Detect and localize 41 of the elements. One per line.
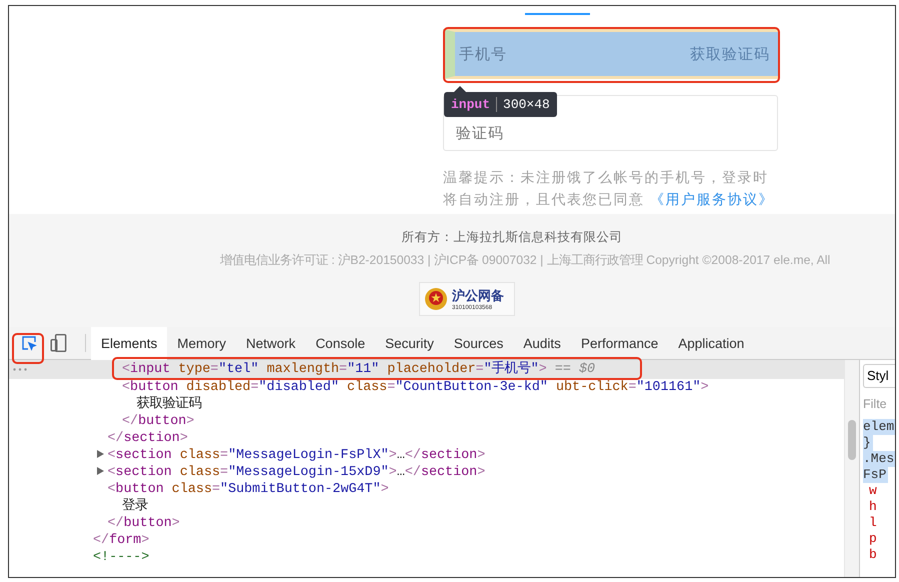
code-line[interactable]: </form> — [9, 532, 844, 549]
devtools-tab[interactable]: Memory — [167, 326, 236, 360]
devtools-tab[interactable]: Console — [306, 326, 376, 360]
css-selector: elem — [863, 419, 895, 435]
license-text: 增值电信业务许可证 : 沪B2-20150033 | 沪ICP备 09007032 | 上海工商行政管理 Copyright ©2008-2017 ele.me, All — [220, 252, 830, 269]
devtools-tab[interactable]: Sources — [444, 326, 514, 360]
code-line[interactable]: <section class="MessageLogin-15xD9">…</section> — [9, 464, 844, 481]
styles-tab[interactable]: Styl — [863, 364, 895, 388]
tag-label: input — [451, 97, 490, 112]
code-line[interactable]: </button> — [9, 515, 844, 532]
css-selector: FsP — [863, 467, 888, 483]
code-line[interactable]: <button class="SubmitButton-2wG4T"> — [9, 481, 844, 498]
devtools-tab[interactable]: Application — [668, 326, 754, 360]
more-icon[interactable] — [13, 368, 27, 371]
annotation-frame — [12, 333, 44, 364]
devtools-tab[interactable]: Network — [236, 326, 306, 360]
code-line[interactable]: <button disabled="disabled" class="CountButton-3e-kd" ubt-click="101161"> — [9, 379, 844, 396]
scrollbar[interactable] — [844, 360, 859, 577]
devtools-tab[interactable]: Elements — [91, 326, 168, 360]
devtools-tab[interactable]: Security — [375, 326, 444, 360]
code-line[interactable]: </section> — [9, 430, 844, 447]
code-line[interactable]: 登录 — [9, 498, 844, 515]
device-icon[interactable] — [49, 333, 69, 353]
devtools-tab[interactable]: Performance — [570, 326, 668, 360]
hint-text: 温馨提示：未注册饿了么帐号的手机号，登录时将自动注册，且代表您已同意 《用户服务协议》 — [443, 168, 775, 209]
css-selector: } — [863, 435, 873, 451]
css-property: b — [868, 547, 878, 563]
css-property: l — [868, 515, 878, 531]
devtools-tab[interactable]: Audits — [513, 326, 571, 360]
badge-title: 沪公网备 — [452, 287, 504, 304]
css-property: p — [868, 531, 878, 547]
code-line[interactable]: 获取验证码 — [9, 396, 844, 413]
code-line[interactable]: <section class="MessageLogin-FsPlX">…</section> — [9, 447, 844, 464]
css-property: w — [868, 483, 878, 499]
code-line[interactable]: </button> — [9, 413, 844, 430]
owner-text: 所有方：上海拉扎斯信息科技有限公司 — [402, 229, 622, 246]
size-label: 300×48 — [503, 97, 550, 112]
emblem-icon — [424, 287, 448, 311]
css-selector: .Mes — [863, 451, 895, 467]
css-property: h — [868, 499, 878, 515]
code-line[interactable]: <!----> — [9, 549, 844, 566]
